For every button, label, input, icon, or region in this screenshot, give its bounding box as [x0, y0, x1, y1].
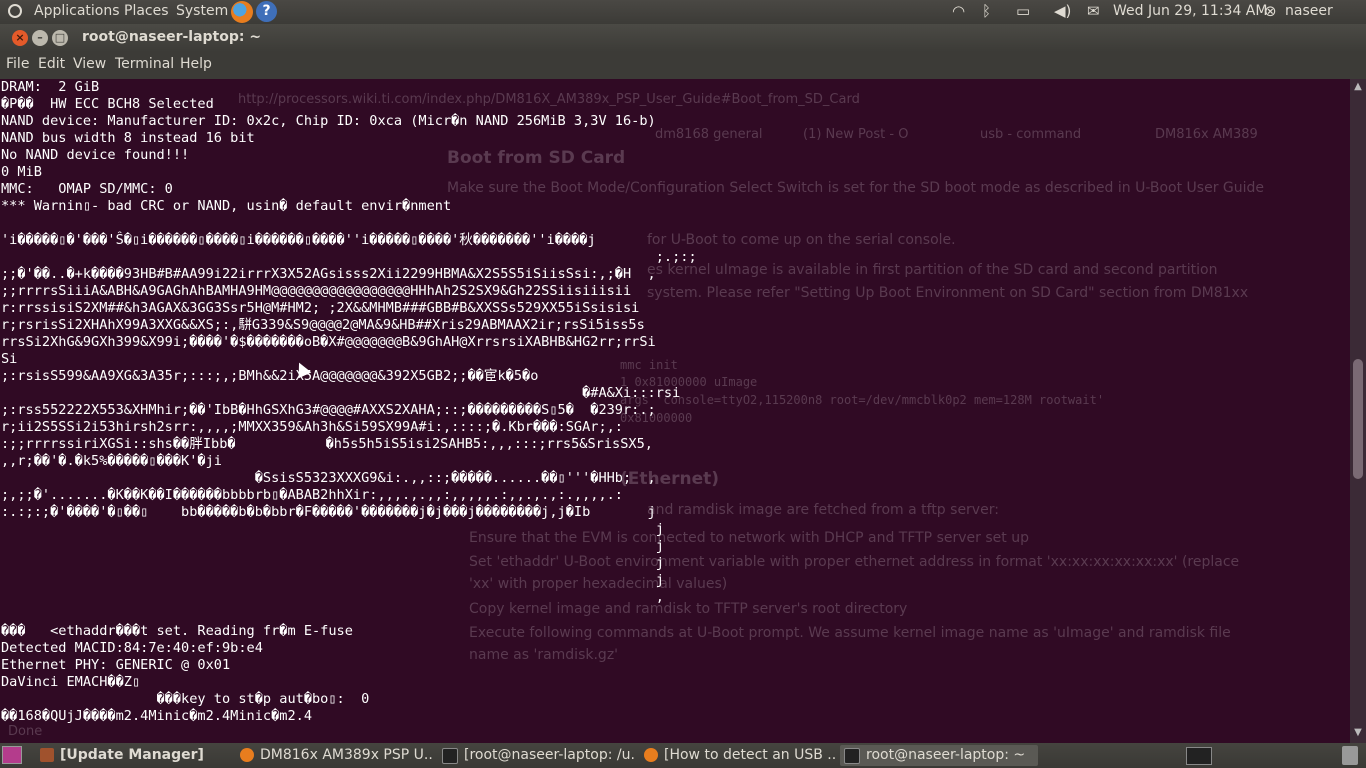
- terminal-output-area[interactable]: http://processors.wiki.ti.com/index.php/…: [0, 79, 1350, 743]
- terminal-line: :.:;:;�'����'�▯��▯ bb�����b�b�bbr�F�����…: [1, 504, 656, 520]
- menu-file[interactable]: File: [6, 56, 29, 72]
- ubuntu-logo-icon[interactable]: [8, 4, 22, 18]
- terminal-line: r:rrssisiS2XM##&h3AGAX&3GG3Ssr5H@M#HM2; …: [1, 300, 640, 316]
- terminal-line: ;;rrrrsSiiiA&ABH&A9GAGhAhBAMHA9HM@@@@@@@…: [1, 283, 632, 299]
- terminal-line: NAND device: Manufacturer ID: 0x2c, Chip…: [1, 113, 656, 129]
- trash-icon[interactable]: [1342, 746, 1358, 765]
- window-title-bar[interactable]: × – □ root@naseer-laptop: ~: [0, 24, 1366, 52]
- terminal-line: ;:rsisS599&AA9XG&3A35r;:::;,;BMh&&2iX5A@…: [1, 368, 539, 384]
- bg-para3: and ramdisk image are fetched from a tft…: [647, 502, 999, 518]
- close-window-button[interactable]: ×: [12, 30, 28, 46]
- terminal-line: rrsSi2XhG&9GXh399&X99i;����'�$�������oB�…: [1, 334, 656, 350]
- scrollbar-thumb[interactable]: [1353, 359, 1363, 479]
- menu-help[interactable]: Help: [180, 56, 212, 72]
- terminal-scrollbar[interactable]: ▲ ▼: [1350, 79, 1366, 743]
- terminal-line: No NAND device found!!!: [1, 147, 190, 163]
- volume-icon[interactable]: ◀): [1054, 2, 1071, 20]
- taskbar-item-firefox-usb[interactable]: [How to detect an USB ...: [640, 745, 836, 766]
- terminal-line: j: [1, 572, 664, 588]
- terminal-line: ,,r;��'�.�k5%�����▯���K'�ji: [1, 453, 222, 469]
- terminal-line: :;;rrrrssiriXGSi::shs��胖Ibb� �h5s5h5iS5i…: [1, 436, 653, 452]
- mail-icon[interactable]: ✉: [1087, 2, 1100, 20]
- taskbar-item-terminal-active[interactable]: root@naseer-laptop: ~: [840, 745, 1038, 766]
- maximize-window-button[interactable]: □: [52, 30, 68, 46]
- terminal-text: DRAM: 2 GiB �P�� HW ECC BCH8 Selected NAND…: [1, 79, 697, 725]
- menu-view[interactable]: View: [73, 56, 106, 72]
- terminal-line: r;rsrisSi2XHAhX99A3XXG&&XS;:,駢G339&S9@@@…: [1, 317, 645, 333]
- scroll-down-arrow-icon[interactable]: ▼: [1350, 727, 1366, 741]
- taskbar-item-update-manager[interactable]: [Update Manager]: [36, 745, 232, 766]
- update-manager-icon: [40, 748, 54, 762]
- bluetooth-icon[interactable]: ᛒ: [982, 2, 991, 20]
- firefox-icon[interactable]: [231, 1, 253, 23]
- terminal-line: ��� <ethaddr���t set. Reading fr�m E-fus…: [1, 623, 353, 639]
- bg-tab-2: (1) New Post - O: [803, 127, 909, 142]
- terminal-line: DaVinci EMACH��Z▯: [1, 674, 141, 690]
- bottom-panel: [Update Manager] DM816x AM389x PSP U... …: [0, 743, 1366, 768]
- terminal-line: j: [1, 538, 664, 554]
- menu-edit[interactable]: Edit: [38, 56, 65, 72]
- terminal-line: Detected MACID:84:7e:40:ef:9b:e4: [1, 640, 263, 656]
- terminal-line: DRAM: 2 GiB: [1, 79, 100, 95]
- terminal-line: NAND bus width 8 instead 16 bit: [1, 130, 255, 146]
- terminal-line: Ethernet PHY: GENERIC @ 0x01: [1, 657, 231, 673]
- terminal-tray-icon[interactable]: [1186, 747, 1212, 765]
- terminal-line: ���key to st�p aut�bo▯: 0: [1, 691, 370, 707]
- terminal-line: ;,;;�'.......�K��K��I������bbbbrb▯�ABAB2…: [1, 487, 623, 503]
- terminal-line: j: [1, 521, 664, 537]
- bg-status: Done: [8, 724, 43, 739]
- help-icon[interactable]: ?: [256, 1, 277, 22]
- wifi-icon[interactable]: ◠: [952, 2, 965, 20]
- bg-para2b: system. Please refer "Setting Up Boot En…: [647, 285, 1249, 301]
- clock[interactable]: Wed Jun 29, 11:34 AM: [1113, 3, 1267, 19]
- minimize-window-button[interactable]: –: [32, 30, 48, 46]
- terminal-line: r;ii2S5SSi2i53hirsh2srr:,,,,;MMXX359&Ah3…: [1, 419, 623, 435]
- power-icon[interactable]: ⊗: [1264, 2, 1277, 20]
- bg-tab-4: DM816x AM389: [1155, 127, 1258, 142]
- terminal-line: �#A&Xi:::rsi: [1, 385, 681, 401]
- terminal-line: 0 MiB: [1, 164, 42, 180]
- bg-para2a: es kernel uImage is available in first p…: [647, 262, 1218, 278]
- terminal-line: Si: [1, 351, 18, 367]
- terminal-icon: [442, 748, 458, 764]
- bg-tab-3: usb - command: [980, 127, 1082, 142]
- system-menu[interactable]: System: [176, 3, 228, 19]
- window-title: root@naseer-laptop: ~: [82, 29, 262, 45]
- terminal-line: ;;�'��..�+k����93HB#B#AA99i22irrrX3X52AG…: [1, 266, 656, 282]
- terminal-line: ;.;:;: [1, 249, 697, 265]
- firefox-icon: [240, 748, 254, 762]
- terminal-line: MMC: OMAP SD/MMC: 0: [1, 181, 173, 197]
- terminal-menu-bar: File Edit View Terminal Help: [0, 52, 1366, 79]
- firefox-icon: [644, 748, 658, 762]
- terminal-line: 'i�����▯�'���'Ŝ�▯i������▯����▯i������▯��…: [1, 232, 596, 248]
- applications-menu[interactable]: Applications: [34, 3, 120, 19]
- top-panel: Applications Places System ? ◠ ᛒ ▭ ◀) ✉ …: [0, 0, 1366, 24]
- taskbar-item-terminal-u[interactable]: [root@naseer-laptop: /u...: [438, 745, 636, 766]
- terminal-line: �SsisS5323XXXG9&i:.,,::;�����......��▯''…: [1, 470, 656, 486]
- scroll-up-arrow-icon[interactable]: ▲: [1350, 81, 1366, 95]
- terminal-line: *** Warnin▯- bad CRC or NAND, usin� defa…: [1, 198, 452, 214]
- user-menu[interactable]: naseer: [1285, 3, 1333, 19]
- menu-terminal[interactable]: Terminal: [115, 56, 174, 72]
- show-desktop-button[interactable]: [2, 746, 22, 764]
- places-menu[interactable]: Places: [124, 3, 169, 19]
- taskbar-item-firefox-dm816x[interactable]: DM816x AM389x PSP U...: [236, 745, 434, 766]
- battery-icon[interactable]: ▭: [1016, 2, 1030, 20]
- terminal-line: ,: [1, 589, 664, 605]
- terminal-icon: [844, 748, 860, 764]
- terminal-line: j: [1, 555, 664, 571]
- terminal-line: ;:rss552222X553&XHMhir;��'IbB�HhGSXhG3#@…: [1, 402, 656, 418]
- terminal-line: �P�� HW ECC BCH8 Selected: [1, 96, 214, 112]
- terminal-line: ��168�QUjJ����m2.4Minic�m2.4Minic�m2.4: [1, 708, 312, 724]
